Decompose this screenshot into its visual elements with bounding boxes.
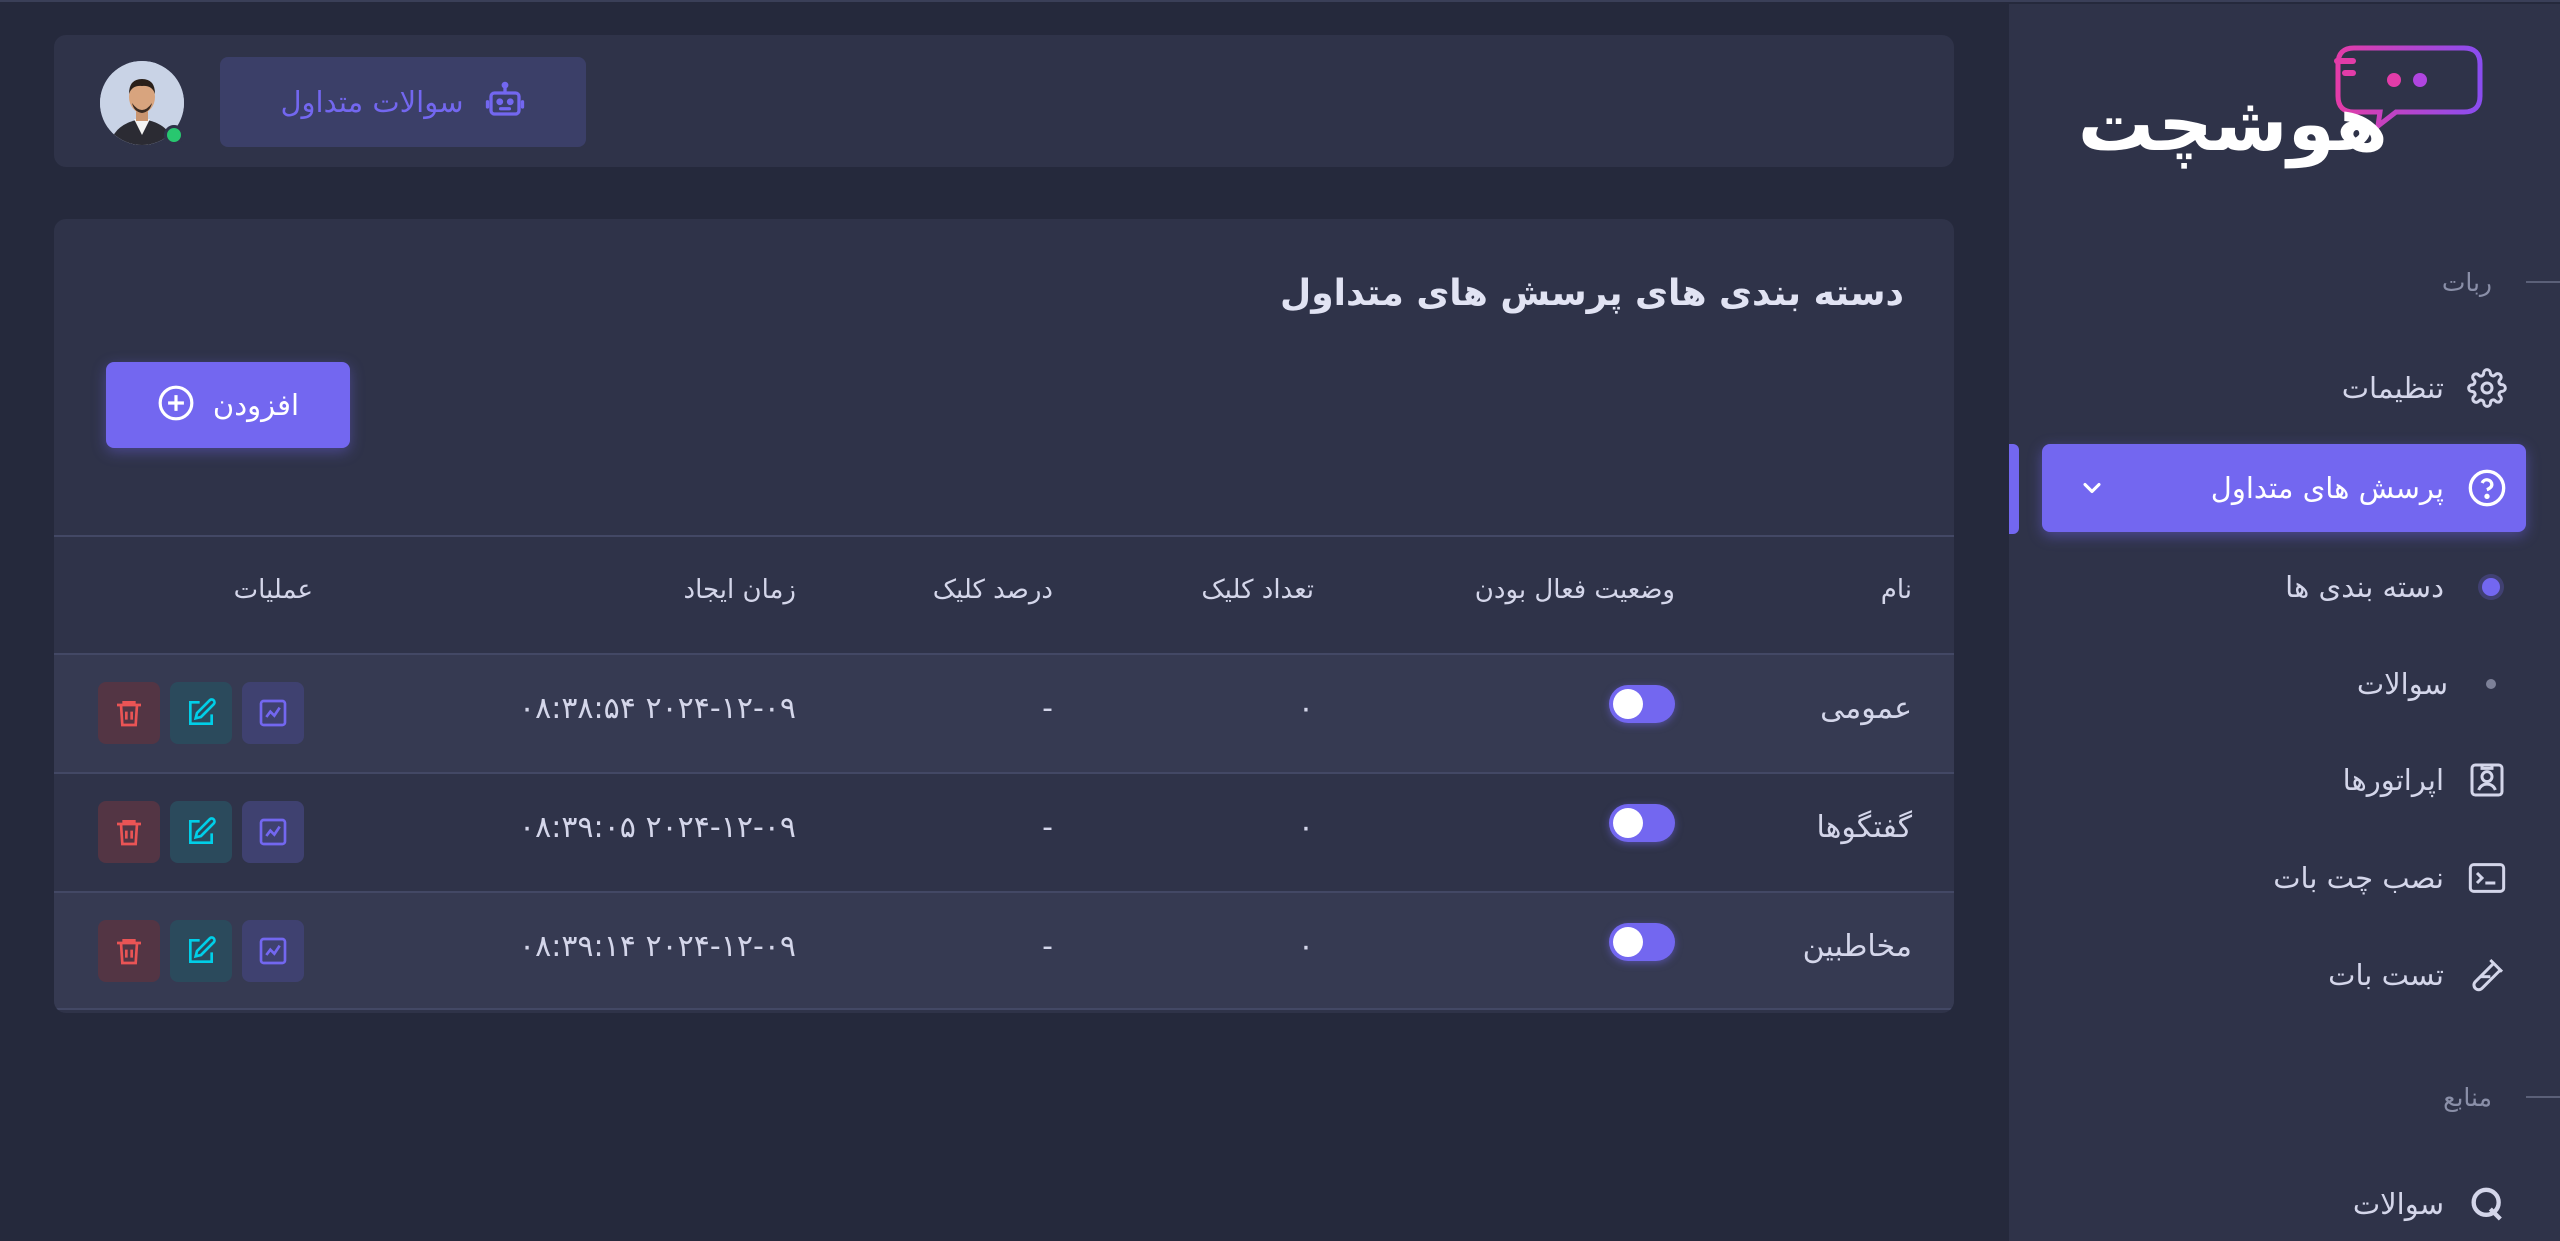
section-divider — [2526, 281, 2560, 283]
robot-icon — [484, 79, 526, 125]
sidebar-item-label: تنظیمات — [2341, 371, 2444, 405]
edit-button[interactable] — [170, 920, 232, 982]
cell-created: ۲۰۲۴-۱۲-۰۹ ۰۸:۳۹:۱۴ — [518, 929, 796, 964]
cell-created: ۲۰۲۴-۱۲-۰۹ ۰۸:۳۹:۰۵ — [518, 810, 796, 845]
stats-button[interactable] — [242, 920, 304, 982]
chevron-down-icon — [2078, 474, 2106, 506]
edit-icon — [189, 698, 216, 725]
trash-icon — [117, 820, 141, 846]
sidebar-item-label: تست بات — [2328, 958, 2444, 992]
table-row: گفتگوها ۰ - ۲۰۲۴-۱۲-۰۹ ۰۸:۳۹:۰۵ — [54, 772, 1954, 891]
sidebar-subitem-questions[interactable]: سوالات — [2042, 649, 2526, 719]
sidebar-item-label: نصب چت بات — [2273, 861, 2444, 895]
categories-card: دسته بندی های پرسش های متداول افزودن نام… — [54, 219, 1954, 1013]
terminal-icon — [2466, 857, 2508, 899]
pill-label: سوالات متداول — [280, 85, 464, 119]
column-header-created: زمان ایجاد — [683, 575, 796, 605]
cell-click-percent: - — [1042, 810, 1053, 845]
brand-name: هوشچت — [2077, 79, 2388, 168]
bullet-dot-icon — [2486, 679, 2496, 689]
active-status-toggle[interactable] — [1609, 923, 1675, 961]
chart-line-icon — [259, 818, 287, 846]
bullet-dot-icon — [2482, 578, 2500, 596]
sidebar-item-resources-questions[interactable]: سوالات — [2042, 1160, 2526, 1241]
plus-circle-icon — [157, 384, 195, 426]
sidebar-item-label: سوالات — [2352, 1187, 2444, 1221]
cell-name: مخاطبین — [1802, 929, 1912, 964]
column-header-click-percent: درصد کلیک — [932, 575, 1053, 605]
user-badge-icon — [2466, 759, 2508, 801]
page-title: دسته بندی های پرسش های متداول — [1280, 273, 1904, 314]
section-header-resources: منابع — [2009, 1077, 2560, 1117]
cell-clicks: ۰ — [1297, 691, 1314, 726]
section-label: ربات — [2441, 267, 2492, 297]
column-header-name: نام — [1880, 575, 1912, 605]
question-circle-icon — [2466, 467, 2508, 509]
table-row: عمومی ۰ - ۲۰۲۴-۱۲-۰۹ ۰۸:۳۸:۵۴ — [54, 653, 1954, 772]
column-header-clicks: تعداد کلیک — [1201, 575, 1314, 605]
cell-created: ۲۰۲۴-۱۲-۰۹ ۰۸:۳۸:۵۴ — [518, 691, 796, 726]
sidebar: هوشچت ربات تنظیمات پرسش های متداول دسته … — [2009, 4, 2560, 1241]
sidebar-item-label: پرسش های متداول — [2210, 471, 2444, 505]
cell-clicks: ۰ — [1297, 929, 1314, 964]
sidebar-item-test[interactable]: تست بات — [2042, 931, 2526, 1019]
toggle-knob — [1613, 808, 1643, 838]
sidebar-subitem-categories[interactable]: دسته بندی ها — [2042, 552, 2526, 622]
active-status-toggle[interactable] — [1609, 804, 1675, 842]
chart-line-icon — [259, 937, 287, 965]
table-header: نام وضعیت فعال بودن تعداد کلیک درصد کلیک… — [54, 535, 1954, 653]
delete-button[interactable] — [98, 682, 160, 744]
section-divider — [2526, 1096, 2560, 1098]
cell-click-percent: - — [1042, 929, 1053, 964]
edit-button[interactable] — [170, 801, 232, 863]
test-tube-icon — [2466, 954, 2508, 996]
column-header-actions: عملیات — [233, 575, 313, 605]
sidebar-item-label: اپراتورها — [2342, 763, 2444, 797]
add-button[interactable]: افزودن — [106, 362, 350, 448]
active-indicator — [2009, 444, 2019, 534]
user-avatar-button[interactable] — [100, 61, 184, 145]
table-row: مخاطبین ۰ - ۲۰۲۴-۱۲-۰۹ ۰۸:۳۹:۱۴ — [54, 891, 1954, 1010]
section-label: منابع — [2443, 1082, 2492, 1112]
brand-logo[interactable]: هوشچت — [2078, 44, 2484, 162]
cell-click-percent: - — [1042, 691, 1053, 726]
stats-button[interactable] — [242, 801, 304, 863]
chart-line-icon — [259, 699, 287, 727]
toggle-knob — [1613, 927, 1643, 957]
delete-button[interactable] — [98, 920, 160, 982]
faq-nav-pill[interactable]: سوالات متداول — [220, 57, 586, 147]
gear-icon — [2466, 367, 2508, 409]
cell-clicks: ۰ — [1297, 810, 1314, 845]
edit-button[interactable] — [170, 682, 232, 744]
sidebar-item-faq[interactable]: پرسش های متداول — [2042, 444, 2526, 532]
edit-icon — [189, 936, 216, 963]
sidebar-item-label: دسته بندی ها — [2285, 570, 2444, 604]
cell-name: عمومی — [1820, 691, 1912, 726]
trash-icon — [117, 701, 141, 727]
section-header-bot: ربات — [2009, 262, 2560, 302]
categories-table: نام وضعیت فعال بودن تعداد کلیک درصد کلیک… — [54, 535, 1954, 1010]
add-button-label: افزودن — [212, 388, 300, 422]
sidebar-item-operators[interactable]: اپراتورها — [2042, 736, 2526, 824]
sidebar-item-install[interactable]: نصب چت بات — [2042, 834, 2526, 922]
trash-icon — [117, 939, 141, 965]
sidebar-item-settings[interactable]: تنظیمات — [2042, 344, 2526, 432]
column-header-status: وضعیت فعال بودن — [1474, 575, 1675, 605]
q-icon — [2466, 1183, 2508, 1225]
top-navbar: سوالات متداول — [54, 35, 1954, 167]
edit-icon — [189, 817, 216, 844]
cell-name: گفتگوها — [1816, 810, 1912, 845]
delete-button[interactable] — [98, 801, 160, 863]
active-status-toggle[interactable] — [1609, 685, 1675, 723]
sidebar-item-label: سوالات — [2356, 667, 2448, 701]
stats-button[interactable] — [242, 682, 304, 744]
online-status-badge — [164, 125, 184, 145]
toggle-knob — [1613, 689, 1643, 719]
